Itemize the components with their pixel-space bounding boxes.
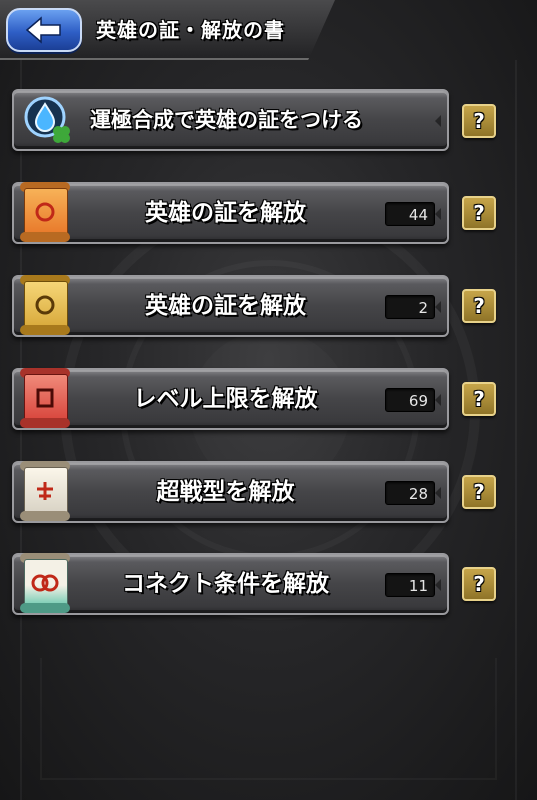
row-label: コネクト条件を解放	[122, 571, 329, 597]
help-button[interactable]: ?	[462, 382, 496, 416]
row-hero-proof-release-2[interactable]: 英雄の証を解放 2	[12, 275, 449, 337]
question-mark-icon: ?	[473, 387, 485, 411]
question-mark-icon: ?	[473, 201, 485, 225]
item-count: 2	[385, 295, 435, 319]
page-title: 英雄の証・解放の書	[96, 18, 285, 42]
row-connect-condition-release[interactable]: コネクト条件を解放 11	[12, 553, 449, 615]
scroll-gold-icon	[18, 273, 74, 339]
help-button[interactable]: ?	[462, 196, 496, 230]
droplet-clover-icon	[18, 87, 74, 153]
row-hero-proof-release-1[interactable]: 英雄の証を解放 44	[12, 182, 449, 244]
row-super-battle-type-release[interactable]: 超戦型を解放 28	[12, 461, 449, 523]
row-label: 超戦型を解放	[156, 479, 295, 505]
question-mark-icon: ?	[473, 109, 485, 133]
background-frame-bottom	[40, 658, 497, 780]
row-label: レベル上限を解放	[133, 386, 318, 412]
question-mark-icon: ?	[473, 572, 485, 596]
scroll-teal-icon	[18, 551, 74, 617]
row-hero-proof-fusion[interactable]: 運極合成で英雄の証をつける	[12, 89, 449, 151]
back-arrow-icon	[25, 16, 61, 44]
row-level-cap-release[interactable]: レベル上限を解放 69	[12, 368, 449, 430]
row-label: 英雄の証を解放	[145, 293, 306, 319]
scroll-red-icon	[18, 366, 74, 432]
item-count: 28	[385, 481, 435, 505]
item-count: 44	[385, 202, 435, 226]
help-button[interactable]: ?	[462, 289, 496, 323]
question-mark-icon: ?	[473, 294, 485, 318]
help-button[interactable]: ?	[462, 567, 496, 601]
row-label: 英雄の証を解放	[145, 200, 306, 226]
row-label: 運極合成で英雄の証をつける	[90, 108, 363, 132]
item-count: 11	[385, 573, 435, 597]
help-button[interactable]: ?	[462, 104, 496, 138]
background-frame-right	[515, 60, 537, 800]
back-button[interactable]	[6, 8, 82, 52]
scroll-orange-icon	[18, 180, 74, 246]
help-button[interactable]: ?	[462, 475, 496, 509]
question-mark-icon: ?	[473, 480, 485, 504]
item-count: 69	[385, 388, 435, 412]
scroll-white-icon	[18, 459, 74, 525]
header-bar: 英雄の証・解放の書	[0, 0, 537, 62]
